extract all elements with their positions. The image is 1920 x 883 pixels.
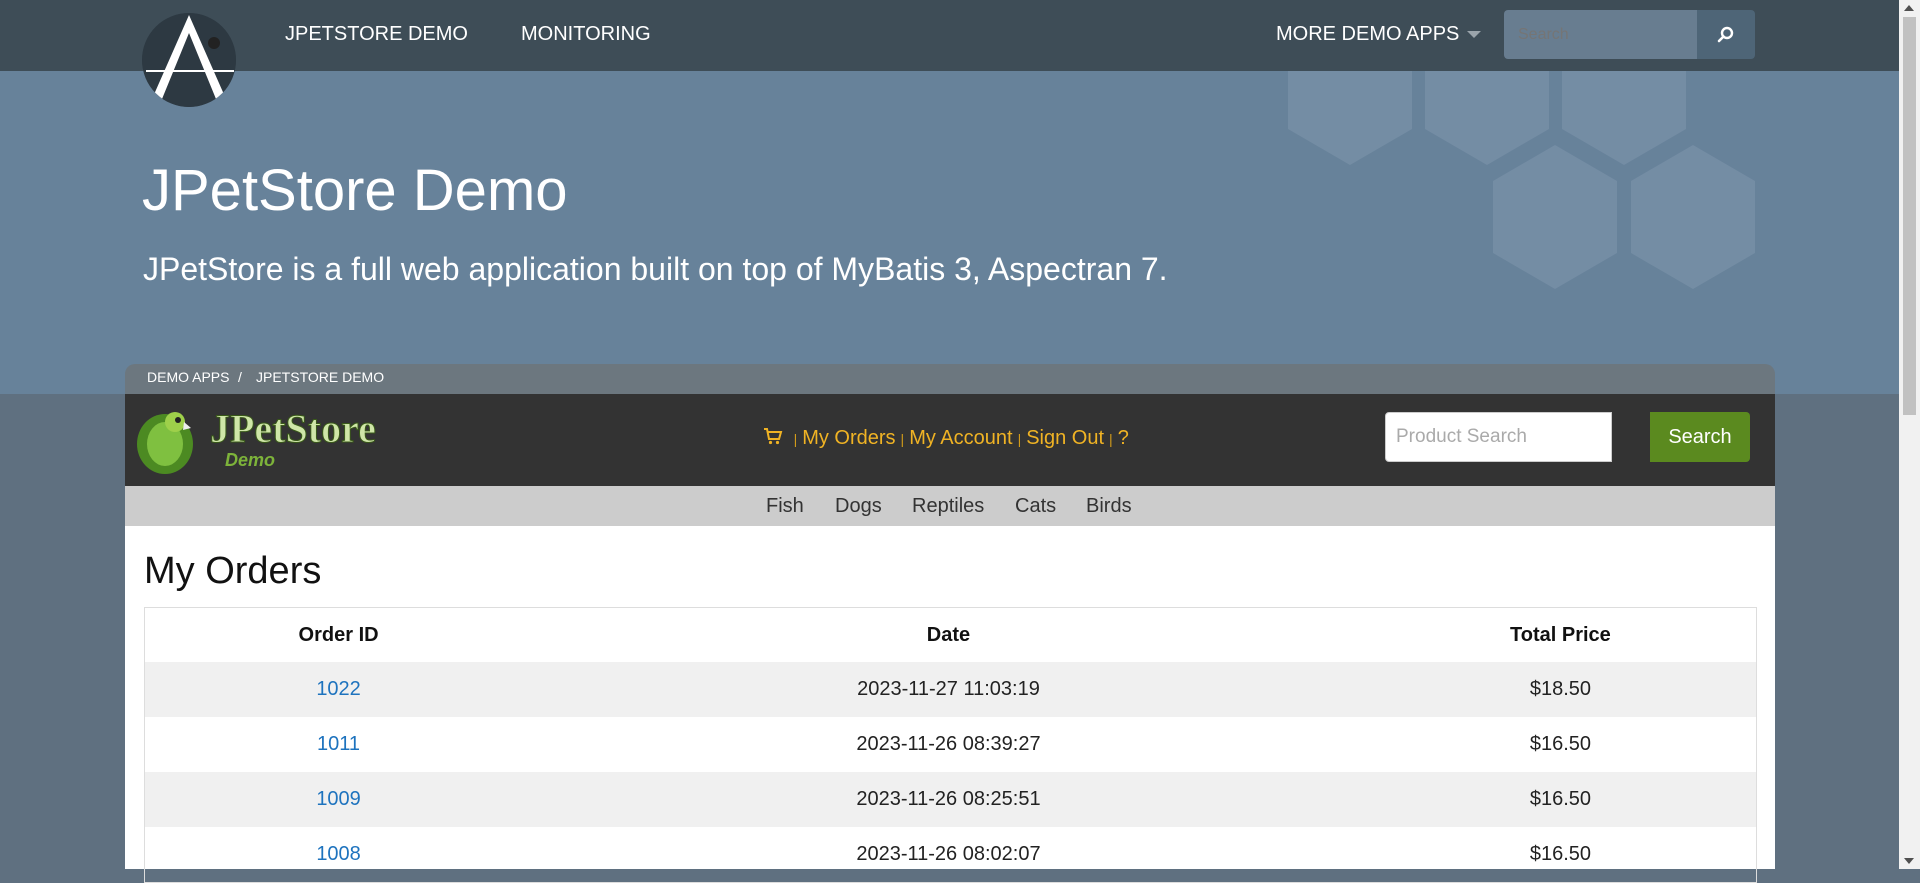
order-date: 2023-11-26 08:02:07	[856, 843, 1041, 865]
breadcrumb: DEMO APPS / JPETSTORE DEMO	[125, 364, 1775, 394]
order-total: $16.50	[1529, 788, 1591, 810]
category-birds[interactable]: Birds	[1086, 495, 1132, 518]
breadcrumb-jpetstore-demo[interactable]: JPETSTORE DEMO	[256, 369, 384, 385]
order-id-link[interactable]: 1009	[316, 788, 361, 810]
sign-out-link[interactable]: Sign Out	[1026, 427, 1104, 449]
jpetstore-logo-text: JPetStore	[210, 406, 376, 451]
page-title: JPetStore Demo	[142, 158, 568, 223]
scrollbar-thumb[interactable]	[1903, 17, 1916, 415]
column-date: Date	[926, 623, 971, 646]
orders-heading: My Orders	[144, 550, 322, 592]
top-navbar: JPETSTORE DEMO MONITORING MORE DEMO APPS	[0, 0, 1899, 71]
hexagon-decoration	[1288, 71, 1755, 289]
table-row: 1009 2023-11-26 08:25:51 $16.50	[144, 772, 1757, 827]
order-id-link[interactable]: 1022	[316, 678, 361, 700]
breadcrumb-separator: /	[238, 369, 242, 385]
order-date: 2023-11-26 08:39:27	[856, 733, 1041, 755]
more-demo-apps-label: MORE DEMO APPS	[1276, 23, 1460, 45]
aspectran-logo-icon	[142, 13, 236, 107]
page-scrollbar[interactable]	[1899, 0, 1920, 869]
column-order-id: Order ID	[298, 623, 379, 646]
order-date: 2023-11-26 08:25:51	[856, 788, 1041, 810]
order-total: $16.50	[1529, 733, 1591, 755]
category-cats[interactable]: Cats	[1015, 495, 1056, 518]
scroll-down-arrow-icon[interactable]	[1904, 858, 1914, 864]
nav-monitoring[interactable]: MONITORING	[521, 23, 651, 46]
jpetstore-logo-sub: Demo	[225, 450, 275, 470]
table-row: 1011 2023-11-26 08:39:27 $16.50	[145, 717, 1757, 772]
table-row: 1022 2023-11-27 11:03:19 $18.50	[144, 662, 1757, 717]
product-search-input[interactable]	[1385, 412, 1612, 462]
scroll-up-arrow-icon[interactable]	[1904, 5, 1914, 11]
link-separator: |	[1109, 431, 1113, 447]
help-link[interactable]: ?	[1118, 427, 1129, 449]
product-search-button[interactable]: Search	[1650, 412, 1750, 462]
site-search-input[interactable]	[1504, 10, 1697, 59]
orders-table: Order ID Date Total Price 1022 2023-11-2…	[144, 607, 1757, 883]
main-content: My Orders Order ID Date Total Price 1022…	[125, 526, 1775, 883]
jpetstore-logo[interactable]: JPetStore Demo	[135, 404, 405, 481]
aspectran-logo[interactable]	[142, 13, 236, 107]
parrot-logo-icon: JPetStore Demo	[137, 406, 376, 474]
column-total-price: Total Price	[1510, 623, 1611, 646]
table-header-row: Order ID Date Total Price	[145, 608, 1757, 663]
my-orders-link[interactable]: My Orders	[802, 427, 895, 449]
order-total: $16.50	[1529, 843, 1591, 865]
more-demo-apps-dropdown[interactable]: MORE DEMO APPS	[1276, 23, 1482, 46]
search-icon	[1717, 26, 1734, 42]
nav-jpetstore-demo[interactable]: JPETSTORE DEMO	[285, 23, 468, 46]
order-id-link[interactable]: 1008	[316, 843, 361, 865]
link-separator: |	[793, 431, 798, 447]
category-reptiles[interactable]: Reptiles	[912, 495, 984, 518]
order-date: 2023-11-27 11:03:19	[857, 678, 1040, 700]
quick-links: | My Orders | My Account | Sign Out |?	[763, 427, 1129, 450]
my-account-link[interactable]: My Account	[909, 427, 1012, 449]
page-subtitle: JPetStore is a full web application buil…	[143, 251, 1168, 287]
category-menu: Fish Dogs Reptiles Cats Birds	[125, 486, 1775, 526]
store-header: JPetStore Demo | My Orders | My Account | Sig…	[125, 394, 1775, 486]
breadcrumb-demo-apps[interactable]: DEMO APPS	[147, 369, 229, 385]
order-id-link[interactable]: 1011	[317, 733, 360, 755]
table-row: 1008 2023-11-26 08:02:07 $16.50	[145, 827, 1757, 883]
site-search-button[interactable]	[1697, 10, 1755, 59]
cart-icon[interactable]	[763, 427, 789, 449]
category-dogs[interactable]: Dogs	[835, 495, 882, 518]
hero-banner: JPetStore Demo JPetStore is a full web a…	[0, 71, 1899, 394]
chevron-down-icon	[1467, 31, 1482, 39]
link-separator: |	[900, 431, 905, 447]
order-total: $18.50	[1529, 678, 1591, 700]
link-separator: |	[1017, 431, 1022, 447]
category-fish[interactable]: Fish	[766, 495, 804, 518]
